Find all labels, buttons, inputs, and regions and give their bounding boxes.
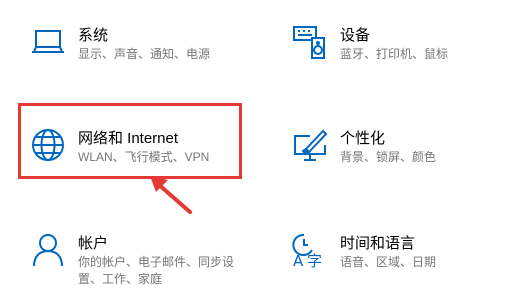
svg-text:A: A [293, 252, 304, 268]
settings-tile-time-language[interactable]: A 字 时间和语言 语音、区域、日期 [292, 232, 492, 282]
settings-tile-devices[interactable]: 设备 蓝牙、打印机、鼠标 [292, 24, 492, 74]
tile-description: 语音、区域、日期 [340, 255, 437, 269]
time-language-icon: A 字 [292, 232, 328, 268]
tile-title: 个性化 [340, 130, 386, 147]
person-icon [30, 232, 66, 268]
paint-monitor-icon [292, 127, 328, 163]
settings-tile-accounts[interactable]: 帐户 你的帐户、电子邮件、同步设置、工作、家庭 [30, 232, 234, 287]
settings-tile-personalization[interactable]: 个性化 背景、锁屏、颜色 [292, 127, 492, 177]
settings-tile-system[interactable]: 系统 显示、声音、通知、电源 [30, 24, 230, 74]
laptop-icon [30, 24, 66, 60]
tile-title: 设备 [340, 27, 371, 44]
tile-title: 系统 [78, 27, 109, 44]
keyboard-speaker-icon [292, 24, 328, 60]
tile-description: 蓝牙、打印机、鼠标 [340, 47, 449, 61]
tile-description: 你的帐户、电子邮件、同步设置、工作、家庭 [78, 255, 235, 286]
tile-title: 帐户 [78, 235, 109, 252]
tile-description: 显示、声音、通知、电源 [78, 47, 211, 61]
tile-title: 时间和语言 [340, 235, 416, 252]
highlight-box [18, 103, 242, 179]
highlight-arrow [150, 176, 192, 214]
svg-text:字: 字 [307, 252, 322, 268]
tile-description: 背景、锁屏、颜色 [340, 150, 437, 164]
